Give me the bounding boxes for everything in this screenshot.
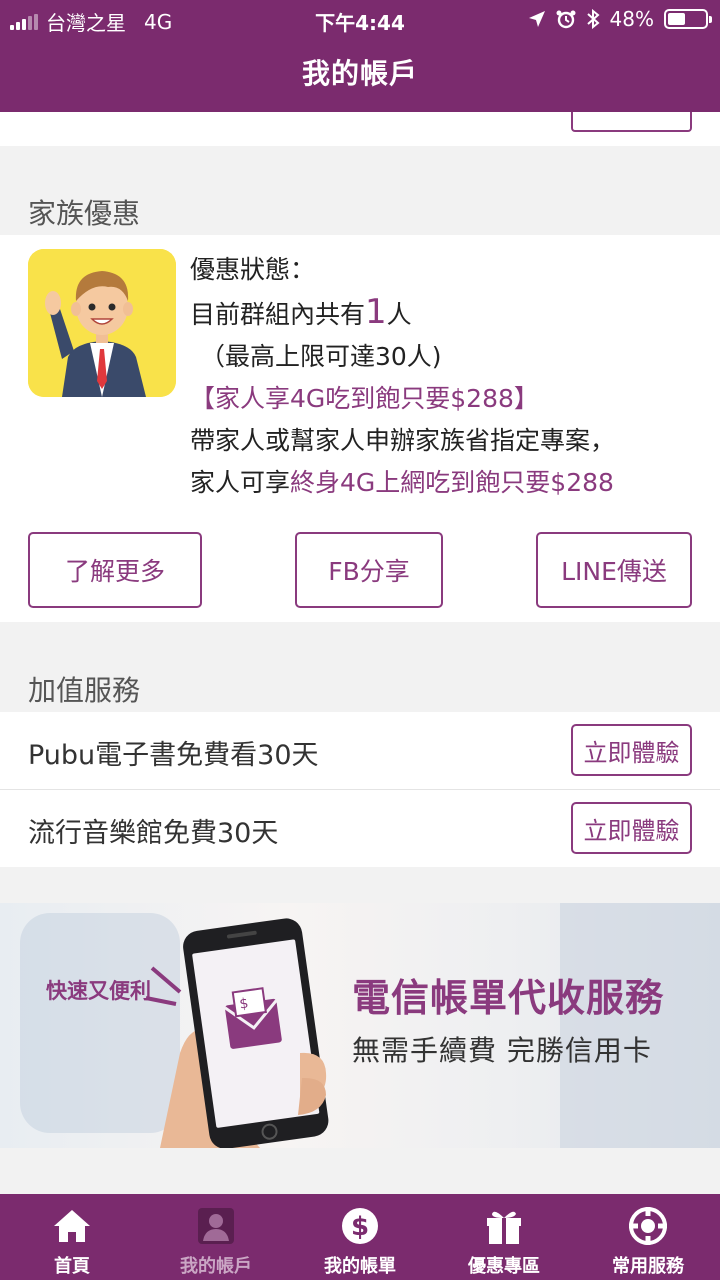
promo-status-label: 優惠狀態： [190,255,316,284]
services-icon [629,1207,667,1245]
tab-my-bill[interactable]: $ 我的帳單 [288,1194,432,1280]
family-promo-card: 優惠狀態： 目前群組內共有1人 （最高上限可達30人) 【家人享4G吃到飽只要$… [0,235,720,622]
tab-label: 我的帳單 [324,1256,396,1277]
group-limit: （最高上限可達30人) [200,342,442,371]
promo-desc-line1: 帶家人或幫家人申辦家族省指定專案， [190,426,616,455]
svg-text:$: $ [351,1212,369,1242]
battery-percent: 48% [609,7,654,31]
tab-offers[interactable]: 優惠專區 [432,1194,576,1280]
status-bar: 台灣之星 4G 下午4:44 48% [0,0,720,38]
alarm-icon [556,10,576,29]
line-send-button[interactable]: LINE傳送 [536,532,692,608]
home-icon [54,1210,90,1242]
page-title: 我的帳戶 [301,57,418,90]
list-item[interactable]: 流行音樂館免費30天 立即體驗 [0,790,720,867]
promo-text: 優惠狀態： 目前群組內共有1人 （最高上限可達30人) 【家人享4G吃到飽只要$… [190,249,710,504]
tab-label: 優惠專區 [468,1256,540,1277]
try-now-button[interactable]: 立即體驗 [571,724,692,776]
avatar [28,249,176,397]
list-item[interactable]: Pubu電子書免費看30天 立即體驗 [0,712,720,789]
group-count: 1 [365,292,387,332]
bluetooth-icon [586,9,600,29]
tab-label: 我的帳戶 [180,1256,252,1277]
account-icon [198,1208,234,1244]
banner-title: 電信帳單代收服務 [352,976,665,1020]
bottom-tab-bar: 首頁 我的帳戶 $ 我的帳單 優惠專區 常用服務 [0,1194,720,1280]
billing-service-banner[interactable]: 快速又便利 $ 電信帳單代收服務 無需手續費 完勝信用卡 [0,903,720,1148]
tab-home[interactable]: 首頁 [0,1194,144,1280]
service-label: 流行音樂館免費30天 [28,818,279,849]
promo-highlight: 【家人享4G吃到飽只要$288】 [190,384,539,413]
previous-card-button[interactable] [571,112,692,132]
top-bar: 台灣之星 4G 下午4:44 48% 我的帳戶 [0,0,720,112]
learn-more-button[interactable]: 了解更多 [28,532,202,608]
gift-icon [487,1211,521,1244]
banner-subtitle: 無需手續費 完勝信用卡 [352,1034,652,1067]
main-content[interactable]: 家族優惠 優惠狀態： 目前群組內共有1人 （最高上限可達30人) 【家人享4G吃… [0,112,720,1194]
waving-man-illustration [28,249,176,397]
group-count-line: 目前群組內共有1人 [190,292,412,332]
tab-label: 首頁 [54,1256,90,1277]
location-arrow-icon [528,11,545,27]
battery-icon [664,9,712,29]
bill-icon: $ [342,1208,378,1244]
banner-tag: 快速又便利 [46,979,151,1003]
tab-services[interactable]: 常用服務 [576,1194,720,1280]
value-added-section-title: 加值服務 [28,674,141,707]
tab-my-account[interactable]: 我的帳戶 [144,1194,288,1280]
tab-label: 常用服務 [612,1256,684,1277]
try-now-button[interactable]: 立即體驗 [571,802,692,854]
service-label: Pubu電子書免費看30天 [28,740,319,771]
promo-desc-line2: 家人可享終身4G上網吃到飽只要$288 [190,468,614,497]
previous-card [0,112,720,146]
family-section-title: 家族優惠 [28,197,141,230]
fb-share-button[interactable]: FB分享 [295,532,443,608]
phone-in-hand-illustration: $ [160,918,329,1148]
